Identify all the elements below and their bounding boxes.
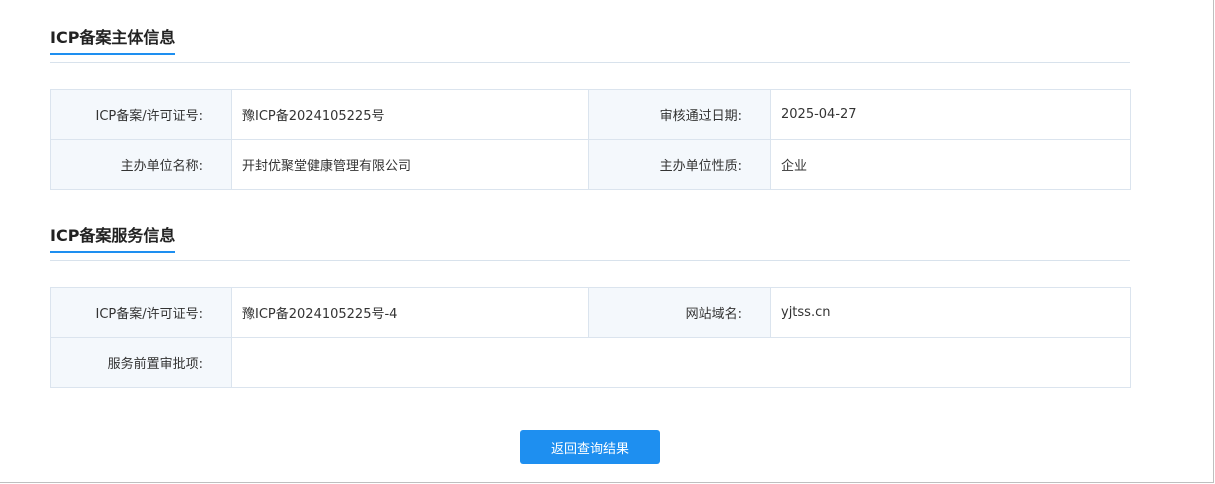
back-to-results-button[interactable]: 返回查询结果 bbox=[520, 430, 660, 464]
icp-license-label: ICP备案/许可证号: bbox=[50, 89, 232, 140]
subject-info-section: ICP备案主体信息 ICP备案/许可证号: 豫ICP备2024105225号 审… bbox=[50, 26, 1131, 190]
organizer-type-value: 企业 bbox=[770, 139, 1131, 190]
domain-value: yjtss.cn bbox=[770, 287, 1131, 338]
actions-bar: 返回查询结果 bbox=[520, 430, 660, 464]
service-icp-license-label: ICP备案/许可证号: bbox=[50, 287, 232, 338]
pre-approval-value bbox=[231, 337, 1131, 388]
service-info-header: ICP备案服务信息 bbox=[50, 224, 1130, 261]
service-info-title: ICP备案服务信息 bbox=[50, 224, 176, 253]
organizer-type-label: 主办单位性质: bbox=[588, 139, 771, 190]
subject-info-header: ICP备案主体信息 bbox=[50, 26, 1130, 63]
subject-info-table: ICP备案/许可证号: 豫ICP备2024105225号 审核通过日期: 202… bbox=[50, 89, 1131, 190]
service-info-table: ICP备案/许可证号: 豫ICP备2024105225号-4 网站域名: yjt… bbox=[50, 287, 1131, 388]
table-row: 主办单位名称: 开封优聚堂健康管理有限公司 主办单位性质: 企业 bbox=[50, 139, 1131, 190]
table-row: 服务前置审批项: bbox=[50, 337, 1131, 388]
icp-license-value: 豫ICP备2024105225号 bbox=[231, 89, 589, 140]
service-info-section: ICP备案服务信息 ICP备案/许可证号: 豫ICP备2024105225号-4… bbox=[50, 224, 1131, 388]
domain-label: 网站域名: bbox=[588, 287, 771, 338]
approval-date-value: 2025-04-27 bbox=[770, 89, 1131, 140]
organizer-name-value: 开封优聚堂健康管理有限公司 bbox=[231, 139, 589, 190]
table-row: ICP备案/许可证号: 豫ICP备2024105225号-4 网站域名: yjt… bbox=[50, 287, 1131, 338]
approval-date-label: 审核通过日期: bbox=[588, 89, 771, 140]
subject-info-title: ICP备案主体信息 bbox=[50, 26, 176, 55]
organizer-name-label: 主办单位名称: bbox=[50, 139, 232, 190]
table-row: ICP备案/许可证号: 豫ICP备2024105225号 审核通过日期: 202… bbox=[50, 89, 1131, 140]
service-icp-license-value: 豫ICP备2024105225号-4 bbox=[231, 287, 589, 338]
pre-approval-label: 服务前置审批项: bbox=[50, 337, 232, 388]
